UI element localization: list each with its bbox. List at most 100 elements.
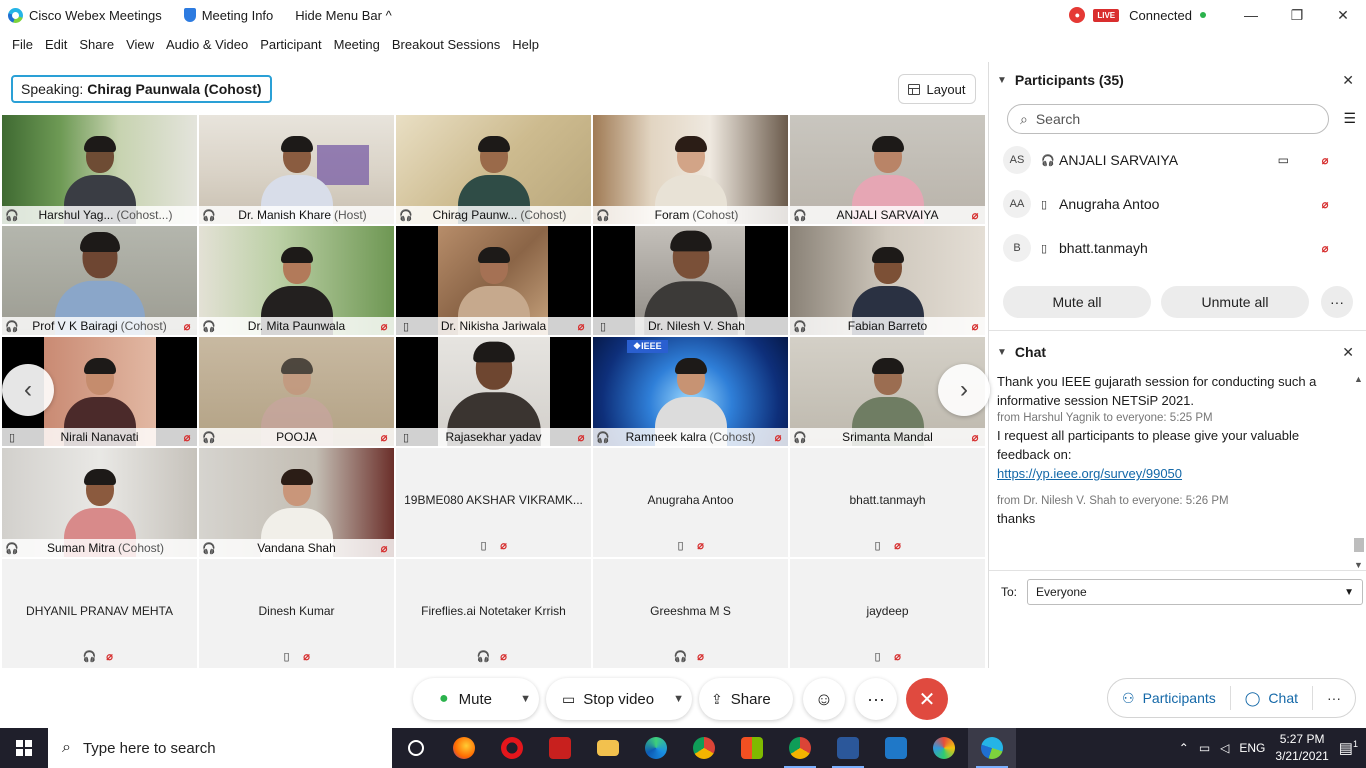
menu-help[interactable]: Help	[506, 30, 545, 60]
edge-icon[interactable]	[632, 728, 680, 768]
store-app-icon[interactable]	[728, 728, 776, 768]
notifications-icon[interactable]: ▤1	[1339, 739, 1358, 757]
taskbar-search-input[interactable]: ⌕ Type here to search	[48, 728, 392, 768]
network-icon[interactable]: ▭	[1199, 741, 1210, 755]
language-indicator[interactable]: ENG	[1239, 741, 1265, 755]
muted-mic-icon[interactable]: ⌀	[1319, 154, 1331, 167]
menu-edit[interactable]: Edit	[39, 30, 73, 60]
audio-only-tile[interactable]: Fireflies.ai Notetaker Krrish 🎧 ⌀	[396, 559, 591, 668]
chat-link[interactable]: https://yp.ieee.org/survey/99050	[997, 466, 1182, 481]
video-tile[interactable]: 🎧 Vandana Shah ⌀	[199, 448, 394, 557]
video-tile[interactable]: 🎧 Dr. Manish Khare (Host)	[199, 115, 394, 224]
chrome-icon[interactable]	[680, 728, 728, 768]
video-tile-active-speaker[interactable]: 🎧 Chirag Paunw... (Cohost)	[396, 115, 591, 224]
chevron-down-icon[interactable]: ▼	[520, 693, 531, 705]
start-button[interactable]	[0, 728, 48, 768]
title-bar: Cisco Webex Meetings Meeting Info Hide M…	[0, 0, 1366, 30]
muted-mic-icon: ⌀	[183, 320, 191, 333]
acrobat-icon[interactable]	[536, 728, 584, 768]
clock[interactable]: 5:27 PM 3/21/2021	[1275, 731, 1328, 765]
audio-only-tile[interactable]: Greeshma M S 🎧 ⌀	[593, 559, 788, 668]
photos-icon[interactable]	[872, 728, 920, 768]
video-tile[interactable]: 🎧 POOJA ⌀	[199, 337, 394, 446]
firefox-icon[interactable]	[440, 728, 488, 768]
share-button[interactable]: ⇪ Share	[699, 678, 793, 720]
muted-mic-icon: ⌀	[577, 320, 585, 333]
close-chat-icon[interactable]: ✕	[1342, 344, 1354, 361]
menu-participant[interactable]: Participant	[254, 30, 327, 60]
video-tile[interactable]: ❖IEEE 🎧 Ramneek kalra (Cohost) ⌀	[593, 337, 788, 446]
more-options-icon[interactable]: ···	[1321, 286, 1353, 318]
audio-only-tile[interactable]: bhatt.tanmayh ▯ ⌀	[790, 448, 985, 557]
menu-breakout-sessions[interactable]: Breakout Sessions	[386, 30, 506, 60]
chat-recipient-select[interactable]: Everyone ▼	[1027, 579, 1364, 605]
share-icon: ⇪	[711, 690, 723, 707]
video-tile[interactable]: 🎧 Foram (Cohost)	[593, 115, 788, 224]
layout-button[interactable]: Layout	[898, 74, 976, 104]
meeting-info-button[interactable]: Meeting Info	[176, 0, 282, 30]
video-tile[interactable]: 🎧 Prof V K Bairagi (Cohost) ⌀	[2, 226, 197, 335]
word-icon[interactable]	[824, 728, 872, 768]
participant-row[interactable]: AA ▯ Anugraha Antoo ⌀	[1003, 182, 1353, 226]
audio-only-tile[interactable]: jaydeep ▯ ⌀	[790, 559, 985, 668]
audio-only-tile[interactable]: Anugraha Antoo ▯ ⌀	[593, 448, 788, 557]
participant-figure	[260, 136, 333, 224]
audio-only-tile[interactable]: 19BME080 AKSHAR VIKRAMK... ▯ ⌀	[396, 448, 591, 557]
muted-mic-icon[interactable]: ⌀	[1319, 242, 1331, 255]
menu-view[interactable]: View	[120, 30, 160, 60]
chat-panel-header[interactable]: ▼ Chat	[997, 344, 1046, 360]
webex-taskbar-icon[interactable]	[968, 728, 1016, 768]
paint-icon[interactable]	[920, 728, 968, 768]
menu-file[interactable]: File	[6, 30, 39, 60]
cortana-icon[interactable]	[392, 728, 440, 768]
menu-meeting[interactable]: Meeting	[328, 30, 386, 60]
close-window-button[interactable]: ✕	[1320, 0, 1366, 30]
reactions-smiley-icon[interactable]: ☺	[803, 678, 845, 720]
stop-video-button[interactable]: ▭ Stop video ▼	[546, 678, 692, 720]
maximize-button[interactable]: ❐	[1274, 0, 1320, 30]
more-panels-icon[interactable]: ···	[1313, 679, 1355, 717]
audio-only-tile[interactable]: DHYANIL PRANAV MEHTA 🎧 ⌀	[2, 559, 197, 668]
more-options-icon[interactable]: ···	[855, 678, 897, 720]
participants-panel-header[interactable]: ▼ Participants (35)	[997, 72, 1124, 88]
participant-search-input[interactable]: ⌕ Search	[1007, 104, 1329, 134]
muted-mic-icon[interactable]: ⌀	[1319, 198, 1331, 211]
headset-icon: 🎧	[5, 320, 19, 333]
chat-panel-button[interactable]: ◯ Chat	[1231, 679, 1312, 717]
opera-icon[interactable]	[488, 728, 536, 768]
video-tile[interactable]: 🎧 Harshul Yag... (Cohost...)	[2, 115, 197, 224]
video-tile[interactable]: 🎧 Dr. Mita Paunwala ⌀	[199, 226, 394, 335]
end-call-button[interactable]: ✕	[906, 678, 948, 720]
participants-panel-button[interactable]: ⚇ Participants	[1108, 679, 1230, 717]
show-hidden-icons-chevron-icon[interactable]: ⌃	[1179, 741, 1189, 755]
chrome-profile-icon[interactable]	[776, 728, 824, 768]
panel-toggle-group: ⚇ Participants ◯ Chat ···	[1107, 678, 1356, 718]
unmute-all-button[interactable]: Unmute all	[1161, 286, 1309, 318]
recording-icon[interactable]: ●	[1069, 7, 1086, 23]
participant-row[interactable]: B ▯ bhatt.tanmayh ⌀	[1003, 226, 1353, 270]
previous-page-arrow-icon[interactable]: ‹	[2, 364, 54, 416]
participant-row[interactable]: AS 🎧 ANJALI SARVAIYA ▭ ⌀	[1003, 138, 1353, 182]
participant-figure	[654, 136, 727, 224]
file-explorer-icon[interactable]	[584, 728, 632, 768]
video-tile[interactable]: ▯ Dr. Nilesh V. Shah	[593, 226, 788, 335]
video-tile[interactable]: ▯ Dr. Nikisha Jariwala ⌀	[396, 226, 591, 335]
chevron-down-icon[interactable]: ▼	[673, 693, 684, 705]
mute-button[interactable]: ● Mute ▼	[413, 678, 539, 720]
menu-bar: File Edit Share View Audio & Video Parti…	[0, 30, 1366, 60]
video-tile[interactable]: 🎧 Fabian Barreto ⌀	[790, 226, 985, 335]
minimize-button[interactable]: —	[1228, 0, 1274, 30]
mute-all-button[interactable]: Mute all	[1003, 286, 1151, 318]
volume-icon[interactable]: ◁	[1220, 741, 1229, 755]
hide-menu-bar-button[interactable]: Hide Menu Bar ^	[287, 0, 399, 30]
next-page-arrow-icon[interactable]: ›	[938, 364, 990, 416]
video-tile[interactable]: 🎧 ANJALI SARVAIYA ⌀	[790, 115, 985, 224]
chat-scrollbar[interactable]: ▲ ▼	[1354, 374, 1364, 570]
sort-list-icon[interactable]: ☰	[1343, 110, 1356, 127]
video-tile[interactable]: 🎧 Suman Mitra (Cohost)	[2, 448, 197, 557]
menu-share[interactable]: Share	[73, 30, 120, 60]
close-participants-icon[interactable]: ✕	[1342, 72, 1354, 89]
audio-only-tile[interactable]: Dinesh Kumar ▯ ⌀	[199, 559, 394, 668]
video-tile[interactable]: ▯ Rajasekhar yadav ⌀	[396, 337, 591, 446]
menu-audio-video[interactable]: Audio & Video	[160, 30, 254, 60]
